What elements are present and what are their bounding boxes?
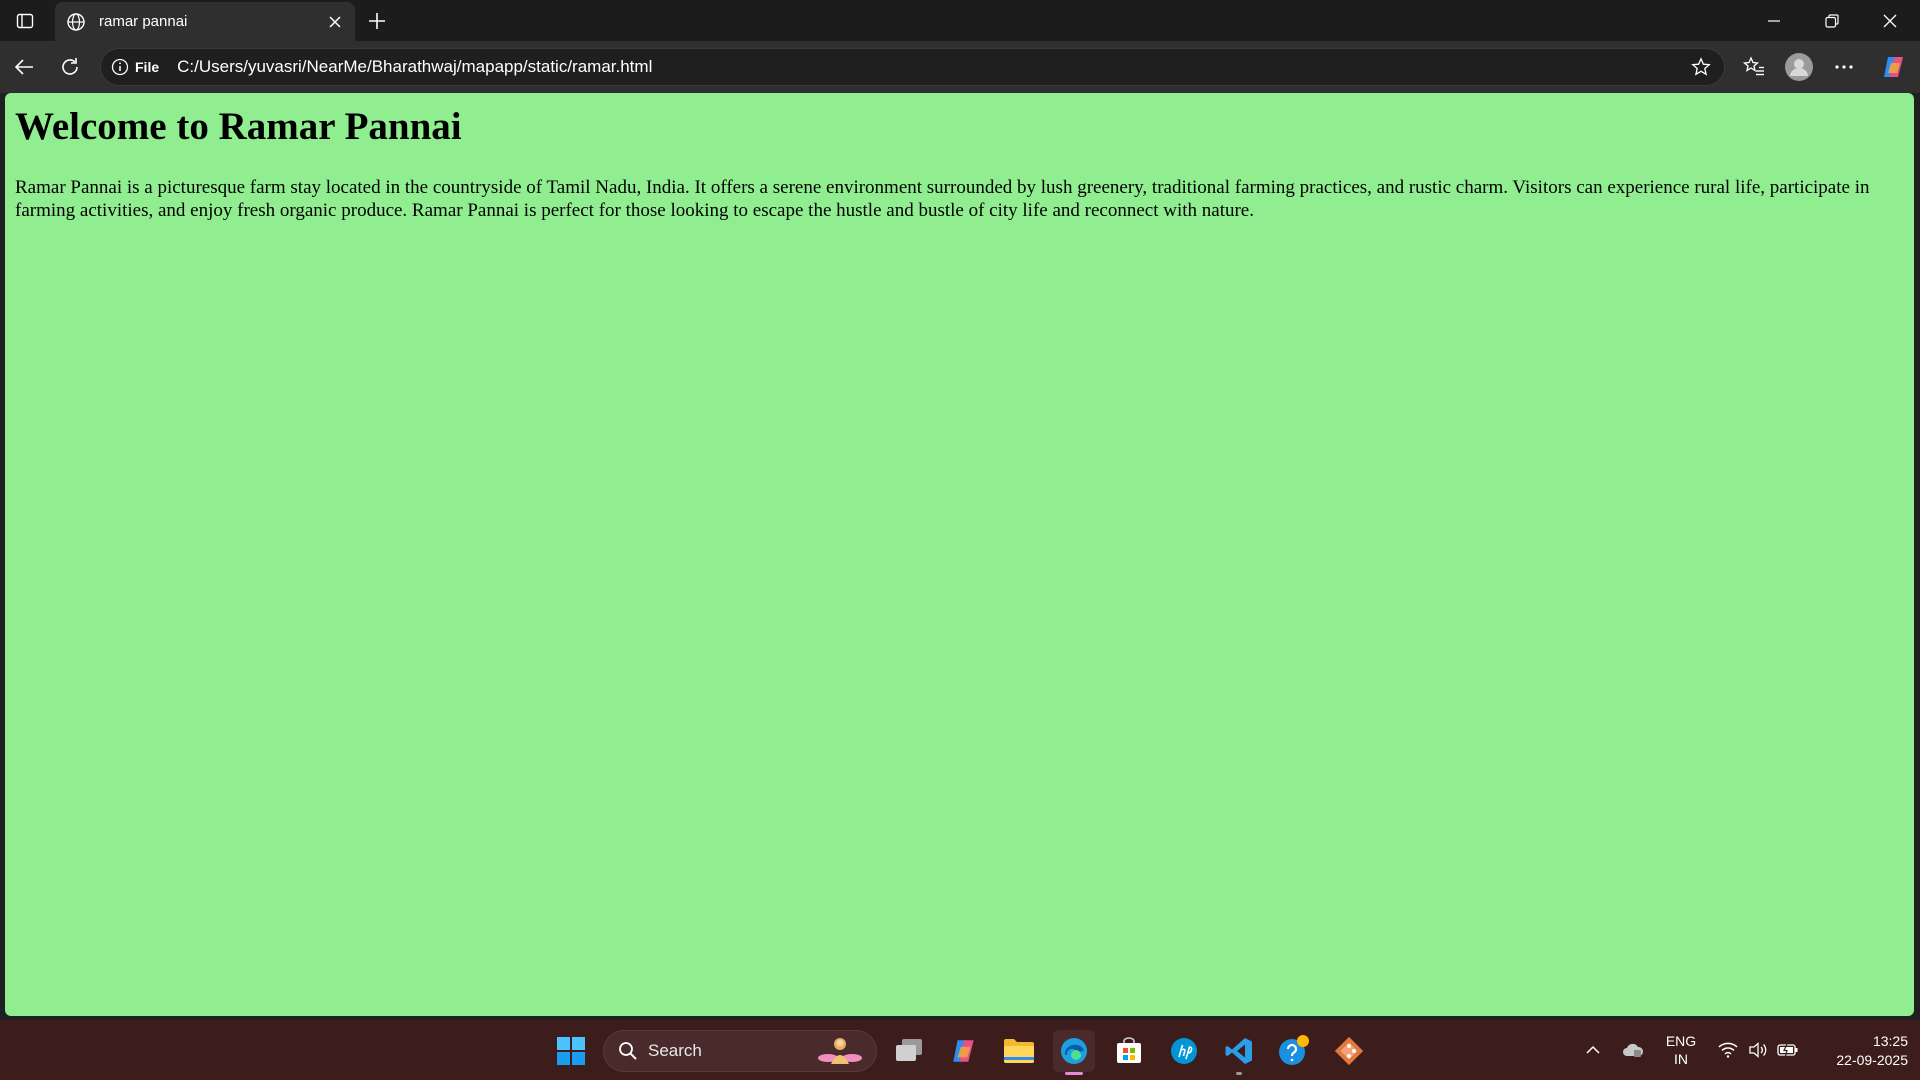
globe-icon [65, 11, 87, 33]
hp-button[interactable] [1163, 1030, 1205, 1072]
new-tab-button[interactable] [362, 6, 392, 36]
more-dots-icon [1835, 65, 1853, 69]
battery-charging-icon [1777, 1043, 1798, 1057]
tab-actions-button[interactable] [10, 8, 40, 34]
address-bar[interactable]: File C:/Users/yuvasri/NearMe/Bharathwaj/… [100, 48, 1725, 86]
minimize-icon [1768, 19, 1780, 22]
plus-icon [369, 13, 385, 29]
back-button[interactable] [6, 49, 42, 85]
taskbar-search[interactable]: Search [603, 1030, 877, 1072]
restore-button[interactable] [1803, 0, 1861, 41]
active-app-indicator [1065, 1072, 1083, 1075]
copilot-icon [1884, 57, 1903, 77]
info-icon [111, 58, 129, 76]
tab-close-button[interactable] [321, 8, 349, 36]
region-code: IN [1674, 1051, 1688, 1067]
file-explorer-button[interactable] [998, 1030, 1040, 1072]
close-window-button[interactable] [1861, 0, 1919, 41]
tab-ramar-pannai[interactable]: ramar pannai [55, 2, 355, 41]
vscode-button[interactable] [1218, 1030, 1260, 1075]
onedrive-button[interactable] [1618, 1020, 1648, 1080]
close-icon [329, 15, 341, 28]
add-favorite-button[interactable] [1684, 50, 1718, 84]
search-icon [619, 1042, 637, 1060]
hp-icon [1171, 1038, 1197, 1064]
copilot-icon [953, 1040, 974, 1062]
clock-date: 22-09-2025 [1836, 1052, 1908, 1068]
refresh-button[interactable] [52, 49, 88, 85]
battery-status[interactable] [1773, 1020, 1803, 1080]
search-label: Search [648, 1041, 702, 1060]
copilot-taskbar-button[interactable] [943, 1030, 985, 1072]
task-view-button[interactable] [888, 1030, 930, 1072]
chevron-up-icon [1586, 1045, 1600, 1054]
speaker-icon [1749, 1042, 1767, 1058]
favorites-button[interactable] [1736, 49, 1772, 85]
page-description: Ramar Pannai is a picturesque farm stay … [15, 177, 1870, 221]
refresh-icon [62, 58, 78, 75]
tab-title: ramar pannai [99, 13, 188, 30]
running-app-indicator [1236, 1072, 1242, 1075]
page-heading: Welcome to Ramar Pannai [15, 105, 462, 148]
vscode-icon [1225, 1038, 1252, 1064]
tab-actions-icon [16, 13, 34, 29]
settings-more-button[interactable] [1826, 49, 1862, 85]
git-app-button[interactable] [1328, 1030, 1370, 1072]
wifi-icon [1718, 1042, 1738, 1058]
volume-status[interactable] [1743, 1020, 1773, 1080]
git-icon [1334, 1036, 1364, 1066]
edge-icon [1061, 1038, 1087, 1064]
input-language-button[interactable]: ENG IN [1656, 1032, 1706, 1068]
copilot-button[interactable] [1876, 49, 1912, 85]
clock-time: 13:25 [1872, 1033, 1908, 1049]
back-arrow-icon [14, 59, 33, 75]
taskbar: Search ENG IN 13:25 22-09-2025 [0, 1020, 1920, 1080]
language-code: ENG [1665, 1033, 1697, 1049]
help-icon [1279, 1035, 1309, 1065]
page-viewport: Welcome to Ramar Pannai Ramar Pannai is … [5, 93, 1914, 1016]
task-view-icon [896, 1039, 922, 1061]
edge-taskbar-button[interactable] [1053, 1030, 1095, 1075]
site-info-label: File [135, 59, 160, 75]
folder-icon [1004, 1039, 1034, 1063]
browser-title-bar: ramar pannai [0, 0, 1920, 41]
star-icon [1691, 57, 1711, 76]
browser-toolbar: File C:/Users/yuvasri/NearMe/Bharathwaj/… [0, 41, 1920, 93]
favorites-list-icon [1743, 56, 1764, 76]
wifi-status[interactable] [1713, 1020, 1743, 1080]
minimize-button[interactable] [1745, 0, 1803, 41]
clock-button[interactable]: 13:25 22-09-2025 [1808, 1032, 1908, 1070]
cloud-icon [1623, 1043, 1644, 1057]
store-button[interactable] [1108, 1030, 1150, 1072]
windows-start-icon [557, 1037, 585, 1065]
restore-icon [1825, 13, 1839, 28]
show-hidden-icons-button[interactable] [1578, 1020, 1608, 1080]
avatar-icon [1785, 53, 1813, 81]
site-info-button[interactable]: File [111, 53, 159, 81]
get-help-button[interactable] [1273, 1030, 1315, 1072]
url-text[interactable]: C:/Users/yuvasri/NearMe/Bharathwaj/mapap… [177, 57, 1684, 77]
store-icon [1117, 1037, 1141, 1063]
close-icon [1883, 14, 1897, 27]
search-highlight-icon [818, 1038, 862, 1064]
start-button[interactable] [550, 1030, 592, 1072]
profile-button[interactable] [1781, 49, 1817, 85]
